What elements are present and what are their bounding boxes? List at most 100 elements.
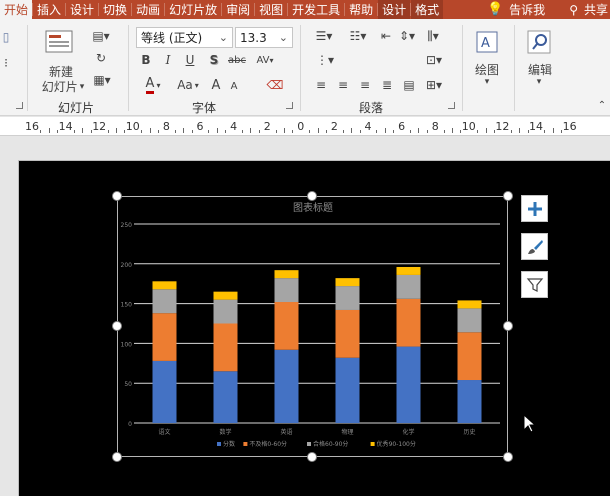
lightbulb-icon[interactable]: 💡 <box>487 2 503 17</box>
resize-handle-bottom-left[interactable] <box>112 452 122 462</box>
editing-label[interactable]: 编辑 <box>520 61 560 78</box>
ruler-tick <box>216 128 218 133</box>
ruler-label: 2 <box>263 120 271 133</box>
new-slide-label-2[interactable]: 幻灯片 ▾ <box>38 78 88 95</box>
tab-10[interactable]: 设计 <box>378 0 411 19</box>
align-right-icon[interactable]: ≡ <box>356 74 374 96</box>
ruler-label: 4 <box>230 120 238 133</box>
numbering-icon[interactable]: ☷▾ <box>344 27 372 45</box>
tab-8[interactable]: 开发工具 <box>288 0 344 19</box>
new-slide-icon[interactable] <box>44 28 76 56</box>
ruler-label: 8 <box>162 120 170 133</box>
ruler-label: 14 <box>58 120 73 133</box>
tab-4[interactable]: 动画 <box>132 0 164 19</box>
chevron-down-icon: ⌄ <box>278 31 288 44</box>
decrease-font-icon[interactable]: A <box>226 76 242 96</box>
tab-1[interactable]: 插入 <box>33 0 65 19</box>
shadow-button[interactable]: S <box>206 51 222 69</box>
paste-icon[interactable]: ▯ <box>0 29 12 45</box>
tab-6[interactable]: 审阅 <box>222 0 254 19</box>
font-size-dropdown[interactable]: 13.3 ⌄ <box>235 27 293 48</box>
smartart-icon[interactable]: ⊞▾ <box>422 74 446 96</box>
resize-handle-bottom[interactable] <box>307 452 317 462</box>
font-launcher[interactable] <box>286 102 293 109</box>
resize-handle-top-right[interactable] <box>503 191 513 201</box>
chart-elements-button[interactable] <box>521 195 548 222</box>
underline-button[interactable]: U <box>182 51 198 69</box>
font-group-label: 字体 <box>192 101 217 115</box>
resize-handle-bottom-right[interactable] <box>503 452 513 462</box>
user-icon[interactable]: ⚲ <box>569 3 578 17</box>
font-name-dropdown[interactable]: 等线 (正文) ⌄ <box>136 27 233 48</box>
ruler-tick <box>351 128 353 133</box>
format-painter-icon[interactable]: ⁝ <box>0 55 12 71</box>
ruler-tick <box>275 130 277 133</box>
justify-icon[interactable]: ≣ <box>378 74 396 96</box>
change-case-text: Aa <box>177 78 193 92</box>
clipboard-launcher[interactable] <box>16 102 23 109</box>
drawing-label[interactable]: 绘图 <box>468 61 506 78</box>
tab-9[interactable]: 帮助 <box>345 0 377 19</box>
layout-icon[interactable]: ▤▾ <box>90 27 112 45</box>
align-left-icon[interactable]: ≡ <box>312 74 330 96</box>
line-spacing-icon[interactable]: ⇕▾ <box>394 27 420 45</box>
distributed-icon[interactable]: ▤ <box>400 74 418 96</box>
ruler-label: 12 <box>495 120 510 133</box>
ruler-tick <box>418 128 420 133</box>
align-text-icon[interactable]: ⊡▾ <box>422 51 446 69</box>
slides-group-label: 幻灯片 <box>58 101 95 115</box>
increase-font-icon[interactable]: A <box>208 74 224 96</box>
italic-button[interactable]: I <box>160 51 176 69</box>
ruler-label: 6 <box>398 120 406 133</box>
resize-handle-top-left[interactable] <box>112 191 122 201</box>
columns-icon[interactable]: ⋮▾ <box>312 51 338 69</box>
strikethrough-button[interactable]: abc <box>226 51 248 69</box>
chart-selection-frame[interactable] <box>117 196 508 457</box>
style-brush-icon <box>527 239 543 254</box>
decrease-indent-icon[interactable]: ⇤ <box>378 27 394 45</box>
tab-11[interactable]: 格式 <box>411 0 444 19</box>
horizontal-ruler[interactable]: 16 14 12 10 8 6 4 2 0 2 4 6 8 10 12 14 16 <box>0 117 610 136</box>
svg-text:A: A <box>481 36 490 51</box>
align-center-icon[interactable]: ≡ <box>334 74 352 96</box>
ruler-tick <box>258 130 260 133</box>
paragraph-launcher[interactable] <box>448 102 455 109</box>
ruler-label: 16 <box>25 120 39 133</box>
reset-icon[interactable]: ↻ <box>90 49 112 67</box>
resize-handle-right[interactable] <box>503 321 513 331</box>
ruler-tick <box>359 130 361 133</box>
tab-2[interactable]: 设计 <box>66 0 98 19</box>
tab-7[interactable]: 视图 <box>255 0 287 19</box>
section-icon[interactable]: ▦▾ <box>90 71 114 89</box>
change-case-button[interactable]: Aa ▾ <box>172 74 204 96</box>
char-spacing-text: AV <box>256 54 270 66</box>
chart-filters-button[interactable] <box>521 271 548 298</box>
ruler-tick <box>107 130 109 133</box>
resize-handle-top[interactable] <box>307 191 317 201</box>
bullets-icon[interactable]: ☰▾ <box>310 27 338 45</box>
resize-handle-left[interactable] <box>112 321 122 331</box>
ruler-tick <box>510 130 512 133</box>
tab-5[interactable]: 幻灯片放 <box>165 0 221 19</box>
text-direction-icon[interactable]: ⫼▾ <box>420 27 446 45</box>
ruler-tick <box>174 130 176 133</box>
search-icon[interactable] <box>524 29 554 57</box>
drawing-icon[interactable]: A <box>472 29 502 57</box>
char-spacing-button[interactable]: AV ▾ <box>252 51 278 69</box>
tab-0[interactable]: 开始 <box>0 0 33 19</box>
ruler-tick <box>208 130 210 133</box>
ruler-label: 6 <box>196 120 204 133</box>
tell-me-box[interactable]: 告诉我 <box>509 1 545 18</box>
add-element-icon <box>527 201 542 216</box>
chart-styles-button[interactable] <box>521 233 548 260</box>
chevron-down-icon[interactable]: ▾ <box>532 77 546 87</box>
ruler-tick <box>544 130 546 133</box>
ruler-tick <box>485 128 487 133</box>
collapse-ribbon-icon[interactable]: ⌃ <box>596 99 608 111</box>
bold-button[interactable]: B <box>138 51 154 69</box>
chevron-down-icon[interactable]: ▾ <box>480 77 494 87</box>
clear-formatting-icon[interactable]: ⌫ <box>266 74 284 96</box>
font-color-button[interactable]: A ▾ <box>138 74 168 96</box>
share-button[interactable]: 共享 <box>584 1 608 18</box>
tab-3[interactable]: 切换 <box>99 0 131 19</box>
